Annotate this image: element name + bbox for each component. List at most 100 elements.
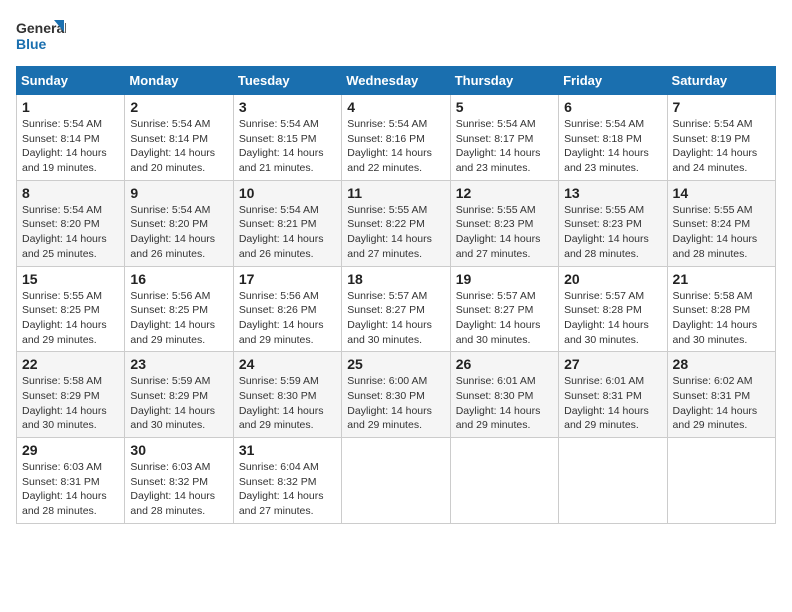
calendar-day-cell: 15 Sunrise: 5:55 AM Sunset: 8:25 PM Dayl…	[17, 266, 125, 352]
day-number: 31	[239, 442, 336, 458]
day-info: Sunrise: 5:55 AM Sunset: 8:24 PM Dayligh…	[673, 203, 770, 262]
day-number: 9	[130, 185, 227, 201]
calendar-week-row: 1 Sunrise: 5:54 AM Sunset: 8:14 PM Dayli…	[17, 95, 776, 181]
weekday-header-cell: Tuesday	[233, 67, 341, 95]
day-info: Sunrise: 6:00 AM Sunset: 8:30 PM Dayligh…	[347, 374, 444, 433]
day-info: Sunrise: 5:55 AM Sunset: 8:22 PM Dayligh…	[347, 203, 444, 262]
day-info: Sunrise: 5:54 AM Sunset: 8:16 PM Dayligh…	[347, 117, 444, 176]
calendar-day-cell: 28 Sunrise: 6:02 AM Sunset: 8:31 PM Dayl…	[667, 352, 775, 438]
svg-text:Blue: Blue	[16, 36, 47, 52]
day-number: 5	[456, 99, 553, 115]
calendar-day-cell: 4 Sunrise: 5:54 AM Sunset: 8:16 PM Dayli…	[342, 95, 450, 181]
day-number: 1	[22, 99, 119, 115]
calendar-week-row: 15 Sunrise: 5:55 AM Sunset: 8:25 PM Dayl…	[17, 266, 776, 352]
day-number: 8	[22, 185, 119, 201]
calendar-day-cell: 5 Sunrise: 5:54 AM Sunset: 8:17 PM Dayli…	[450, 95, 558, 181]
day-number: 10	[239, 185, 336, 201]
calendar-day-cell: 23 Sunrise: 5:59 AM Sunset: 8:29 PM Dayl…	[125, 352, 233, 438]
calendar-day-cell: 19 Sunrise: 5:57 AM Sunset: 8:27 PM Dayl…	[450, 266, 558, 352]
day-number: 14	[673, 185, 770, 201]
calendar-week-row: 8 Sunrise: 5:54 AM Sunset: 8:20 PM Dayli…	[17, 180, 776, 266]
day-number: 4	[347, 99, 444, 115]
day-info: Sunrise: 5:55 AM Sunset: 8:23 PM Dayligh…	[456, 203, 553, 262]
calendar-day-cell	[559, 438, 667, 524]
day-info: Sunrise: 5:54 AM Sunset: 8:14 PM Dayligh…	[22, 117, 119, 176]
day-number: 2	[130, 99, 227, 115]
calendar-day-cell: 17 Sunrise: 5:56 AM Sunset: 8:26 PM Dayl…	[233, 266, 341, 352]
day-number: 30	[130, 442, 227, 458]
calendar-day-cell: 31 Sunrise: 6:04 AM Sunset: 8:32 PM Dayl…	[233, 438, 341, 524]
day-number: 18	[347, 271, 444, 287]
day-number: 16	[130, 271, 227, 287]
calendar-day-cell: 20 Sunrise: 5:57 AM Sunset: 8:28 PM Dayl…	[559, 266, 667, 352]
day-number: 21	[673, 271, 770, 287]
day-info: Sunrise: 5:54 AM Sunset: 8:20 PM Dayligh…	[130, 203, 227, 262]
day-info: Sunrise: 5:58 AM Sunset: 8:29 PM Dayligh…	[22, 374, 119, 433]
calendar-day-cell	[667, 438, 775, 524]
day-number: 17	[239, 271, 336, 287]
day-number: 19	[456, 271, 553, 287]
day-info: Sunrise: 5:57 AM Sunset: 8:27 PM Dayligh…	[456, 289, 553, 348]
calendar-day-cell	[450, 438, 558, 524]
logo: General Blue	[16, 16, 66, 56]
day-info: Sunrise: 6:02 AM Sunset: 8:31 PM Dayligh…	[673, 374, 770, 433]
day-info: Sunrise: 5:59 AM Sunset: 8:30 PM Dayligh…	[239, 374, 336, 433]
header: General Blue	[16, 16, 776, 56]
day-info: Sunrise: 6:04 AM Sunset: 8:32 PM Dayligh…	[239, 460, 336, 519]
day-info: Sunrise: 5:55 AM Sunset: 8:25 PM Dayligh…	[22, 289, 119, 348]
weekday-header-cell: Monday	[125, 67, 233, 95]
weekday-header-cell: Wednesday	[342, 67, 450, 95]
day-info: Sunrise: 5:54 AM Sunset: 8:19 PM Dayligh…	[673, 117, 770, 176]
day-number: 15	[22, 271, 119, 287]
day-number: 3	[239, 99, 336, 115]
day-info: Sunrise: 5:54 AM Sunset: 8:15 PM Dayligh…	[239, 117, 336, 176]
calendar-day-cell: 27 Sunrise: 6:01 AM Sunset: 8:31 PM Dayl…	[559, 352, 667, 438]
day-info: Sunrise: 5:59 AM Sunset: 8:29 PM Dayligh…	[130, 374, 227, 433]
day-info: Sunrise: 5:54 AM Sunset: 8:18 PM Dayligh…	[564, 117, 661, 176]
calendar-day-cell: 2 Sunrise: 5:54 AM Sunset: 8:14 PM Dayli…	[125, 95, 233, 181]
day-info: Sunrise: 5:54 AM Sunset: 8:17 PM Dayligh…	[456, 117, 553, 176]
day-info: Sunrise: 5:58 AM Sunset: 8:28 PM Dayligh…	[673, 289, 770, 348]
day-number: 27	[564, 356, 661, 372]
calendar-day-cell: 8 Sunrise: 5:54 AM Sunset: 8:20 PM Dayli…	[17, 180, 125, 266]
day-info: Sunrise: 6:01 AM Sunset: 8:31 PM Dayligh…	[564, 374, 661, 433]
calendar-day-cell	[342, 438, 450, 524]
day-number: 26	[456, 356, 553, 372]
calendar-day-cell: 11 Sunrise: 5:55 AM Sunset: 8:22 PM Dayl…	[342, 180, 450, 266]
calendar-day-cell: 14 Sunrise: 5:55 AM Sunset: 8:24 PM Dayl…	[667, 180, 775, 266]
day-number: 6	[564, 99, 661, 115]
logo-svg: General Blue	[16, 16, 66, 56]
day-info: Sunrise: 6:03 AM Sunset: 8:32 PM Dayligh…	[130, 460, 227, 519]
day-number: 7	[673, 99, 770, 115]
calendar-day-cell: 25 Sunrise: 6:00 AM Sunset: 8:30 PM Dayl…	[342, 352, 450, 438]
calendar-week-row: 29 Sunrise: 6:03 AM Sunset: 8:31 PM Dayl…	[17, 438, 776, 524]
day-info: Sunrise: 6:01 AM Sunset: 8:30 PM Dayligh…	[456, 374, 553, 433]
calendar-day-cell: 7 Sunrise: 5:54 AM Sunset: 8:19 PM Dayli…	[667, 95, 775, 181]
calendar-day-cell: 30 Sunrise: 6:03 AM Sunset: 8:32 PM Dayl…	[125, 438, 233, 524]
calendar-day-cell: 18 Sunrise: 5:57 AM Sunset: 8:27 PM Dayl…	[342, 266, 450, 352]
calendar-day-cell: 1 Sunrise: 5:54 AM Sunset: 8:14 PM Dayli…	[17, 95, 125, 181]
day-number: 25	[347, 356, 444, 372]
day-number: 13	[564, 185, 661, 201]
calendar-day-cell: 3 Sunrise: 5:54 AM Sunset: 8:15 PM Dayli…	[233, 95, 341, 181]
day-number: 24	[239, 356, 336, 372]
weekday-header-cell: Friday	[559, 67, 667, 95]
day-info: Sunrise: 5:57 AM Sunset: 8:27 PM Dayligh…	[347, 289, 444, 348]
weekday-header-cell: Sunday	[17, 67, 125, 95]
calendar-day-cell: 22 Sunrise: 5:58 AM Sunset: 8:29 PM Dayl…	[17, 352, 125, 438]
day-number: 20	[564, 271, 661, 287]
day-number: 11	[347, 185, 444, 201]
calendar-table: SundayMondayTuesdayWednesdayThursdayFrid…	[16, 66, 776, 524]
calendar-day-cell: 12 Sunrise: 5:55 AM Sunset: 8:23 PM Dayl…	[450, 180, 558, 266]
calendar-day-cell: 9 Sunrise: 5:54 AM Sunset: 8:20 PM Dayli…	[125, 180, 233, 266]
day-number: 22	[22, 356, 119, 372]
day-info: Sunrise: 6:03 AM Sunset: 8:31 PM Dayligh…	[22, 460, 119, 519]
day-number: 29	[22, 442, 119, 458]
calendar-day-cell: 13 Sunrise: 5:55 AM Sunset: 8:23 PM Dayl…	[559, 180, 667, 266]
calendar-day-cell: 21 Sunrise: 5:58 AM Sunset: 8:28 PM Dayl…	[667, 266, 775, 352]
day-info: Sunrise: 5:54 AM Sunset: 8:14 PM Dayligh…	[130, 117, 227, 176]
calendar-day-cell: 10 Sunrise: 5:54 AM Sunset: 8:21 PM Dayl…	[233, 180, 341, 266]
day-info: Sunrise: 5:55 AM Sunset: 8:23 PM Dayligh…	[564, 203, 661, 262]
day-number: 23	[130, 356, 227, 372]
day-info: Sunrise: 5:57 AM Sunset: 8:28 PM Dayligh…	[564, 289, 661, 348]
